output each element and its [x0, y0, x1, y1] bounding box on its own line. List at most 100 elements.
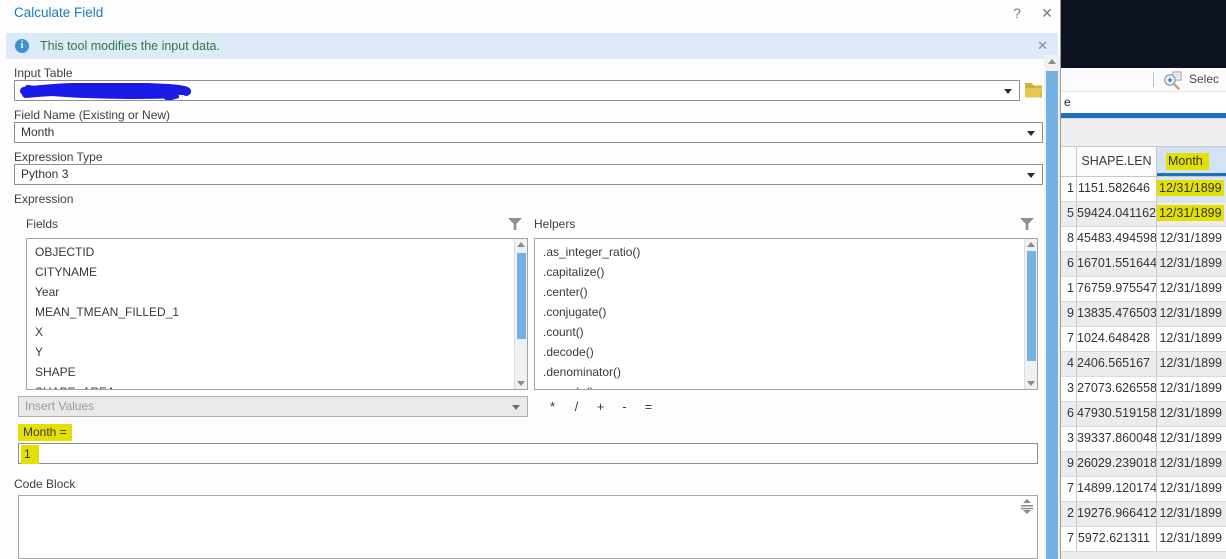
shape-len-cell: 76759.975547	[1077, 277, 1157, 301]
table-row[interactable]: 9 26029.239018 12/31/1899	[1061, 452, 1226, 477]
fields-filter-icon[interactable]	[508, 217, 522, 231]
helper-list-item[interactable]: .as_integer_ratio()	[535, 242, 1037, 262]
chevron-down-icon[interactable]	[1027, 173, 1035, 178]
fields-listbox[interactable]: OBJECTID CITYNAME Year MEAN_TMEAN_FILLED_1 X…	[26, 238, 528, 390]
table-row[interactable]: 7 1024.648428 12/31/1899	[1061, 327, 1226, 352]
table-row[interactable]: 3 27073.626558 12/31/1899	[1061, 377, 1226, 402]
objectid-column-header[interactable]	[1061, 147, 1077, 176]
table-row[interactable]: 8 45483.494598 12/31/1899	[1061, 227, 1226, 252]
month-column-header[interactable]: Month	[1157, 147, 1226, 176]
expression-type-value: Python 3	[21, 167, 69, 181]
field-list-item[interactable]: X	[27, 322, 527, 342]
helper-list-item[interactable]: .capitalize()	[535, 262, 1037, 282]
shape-len-cell: 13835.476503	[1077, 302, 1157, 326]
resize-splitter-icon[interactable]	[1021, 499, 1033, 514]
field-list-item[interactable]: CITYNAME	[27, 262, 527, 282]
table-tab-row: e	[1061, 92, 1226, 113]
scroll-up-icon[interactable]	[1027, 242, 1035, 247]
operator-button[interactable]: /	[570, 398, 583, 416]
objectid-cell: 3	[1061, 377, 1077, 401]
scrollbar-thumb[interactable]	[517, 253, 526, 339]
scrollbar-thumb[interactable]	[1046, 71, 1058, 559]
table-row[interactable]: 4 2406.565167 12/31/1899	[1061, 352, 1226, 377]
info-banner: i This tool modifies the input data. ✕	[6, 33, 1058, 59]
helper-list-item[interactable]: .center()	[535, 282, 1037, 302]
map-dark-area	[1061, 0, 1226, 68]
input-table-combobox[interactable]	[14, 80, 1020, 101]
field-list-item[interactable]: MEAN_TMEAN_FILLED_1	[27, 302, 527, 322]
month-cell: 12/31/1899	[1159, 331, 1222, 345]
objectid-cell: 1	[1061, 177, 1077, 201]
table-row[interactable]: 5 59424.041162 12/31/1899	[1061, 202, 1226, 227]
insert-values-label: Insert Values	[25, 399, 95, 413]
field-list-item[interactable]: SHAPE_AREA	[27, 382, 527, 389]
table-body: 1 1151.582646 12/31/1899 5 59424.041162 …	[1061, 177, 1226, 552]
operator-button[interactable]: -	[618, 398, 631, 416]
shape-len-cell: 5972.621311	[1077, 527, 1157, 551]
helper-list-item[interactable]: .decode()	[535, 342, 1037, 362]
field-list-item[interactable]: OBJECTID	[27, 242, 527, 262]
helper-list-item[interactable]: .count()	[535, 322, 1037, 342]
operator-buttons: * / + - =	[546, 398, 655, 416]
dialog-scrollbar[interactable]	[1044, 55, 1060, 559]
helpers-list-scrollbar[interactable]	[1024, 239, 1037, 389]
field-name-value: Month	[21, 125, 55, 139]
scroll-up-icon[interactable]	[1048, 59, 1056, 64]
helper-list-item[interactable]: .denominator()	[535, 362, 1037, 382]
fields-list-scrollbar[interactable]	[514, 239, 527, 389]
zoom-select-icon[interactable]	[1163, 71, 1182, 90]
table-header-row: SHAPE.LEN Month	[1061, 147, 1226, 177]
chevron-down-icon[interactable]	[1004, 89, 1012, 94]
shape-len-cell: 39337.860048	[1077, 427, 1157, 451]
table-subtoolbar	[1061, 118, 1226, 147]
expression-type-combobox[interactable]: Python 3	[14, 164, 1043, 185]
scroll-up-icon[interactable]	[517, 242, 525, 247]
info-banner-close-icon[interactable]: ✕	[1037, 37, 1048, 55]
help-icon[interactable]: ?	[1008, 4, 1026, 22]
table-row[interactable]: 3 39337.860048 12/31/1899	[1061, 427, 1226, 452]
shape-len-cell: 26029.239018	[1077, 452, 1157, 476]
field-list-item[interactable]: Year	[27, 282, 527, 302]
select-button[interactable]: Selec	[1189, 72, 1219, 86]
table-row[interactable]: 1 1151.582646 12/31/1899	[1061, 177, 1226, 202]
field-list-item[interactable]: SHAPE	[27, 362, 527, 382]
month-header-highlight: Month	[1166, 153, 1209, 170]
attribute-table-panel: Selec e SHAPE.LEN Month 1 1151.582646 12…	[1060, 0, 1226, 559]
helpers-listbox[interactable]: .as_integer_ratio() .capitalize() .center(…	[534, 238, 1038, 390]
table-row[interactable]: 2 19276.966412 12/31/1899	[1061, 502, 1226, 527]
chevron-down-icon[interactable]	[1027, 131, 1035, 136]
table-row-partial	[1061, 552, 1226, 559]
month-cell: 12/31/1899	[1159, 431, 1222, 445]
info-banner-message: This tool modifies the input data.	[40, 39, 220, 53]
code-block-textarea[interactable]	[18, 495, 1038, 559]
table-row[interactable]: 6 16701.551644 12/31/1899	[1061, 252, 1226, 277]
table-row[interactable]: 6 47930.519158 12/31/1899	[1061, 402, 1226, 427]
month-cell: 12/31/1899	[1159, 406, 1222, 420]
objectid-cell: 5	[1061, 202, 1077, 226]
table-row[interactable]: 1 76759.975547 12/31/1899	[1061, 277, 1226, 302]
table-row[interactable]: 9 13835.476503 12/31/1899	[1061, 302, 1226, 327]
helpers-filter-icon[interactable]	[1020, 217, 1034, 231]
scrollbar-thumb[interactable]	[1027, 251, 1036, 361]
operator-button[interactable]: =	[642, 398, 655, 416]
helper-list-item[interactable]: .encode()	[535, 382, 1037, 389]
month-cell: 12/31/1899	[1159, 256, 1222, 270]
operator-button[interactable]: *	[546, 398, 559, 416]
field-list-item[interactable]: Y	[27, 342, 527, 362]
scroll-down-icon[interactable]	[517, 381, 525, 386]
helper-list-item[interactable]: .conjugate()	[535, 302, 1037, 322]
table-row[interactable]: 7 5972.621311 12/31/1899	[1061, 527, 1226, 552]
table-row[interactable]: 7 14899.120174 12/31/1899	[1061, 477, 1226, 502]
shape-len-cell: 59424.041162	[1077, 202, 1157, 226]
field-name-combobox[interactable]: Month	[14, 122, 1043, 143]
objectid-cell: 7	[1061, 527, 1077, 551]
table-tab-label-fragment[interactable]: e	[1064, 95, 1071, 109]
objectid-cell: 7	[1061, 477, 1077, 501]
operator-button[interactable]: +	[594, 398, 607, 416]
close-icon[interactable]: ✕	[1038, 4, 1056, 22]
expression-input[interactable]: 1	[18, 443, 1038, 464]
browse-folder-icon[interactable]	[1024, 81, 1044, 98]
shape-len-column-header[interactable]: SHAPE.LEN	[1077, 147, 1157, 176]
scroll-down-icon[interactable]	[1027, 381, 1035, 386]
shape-len-cell: 27073.626558	[1077, 377, 1157, 401]
